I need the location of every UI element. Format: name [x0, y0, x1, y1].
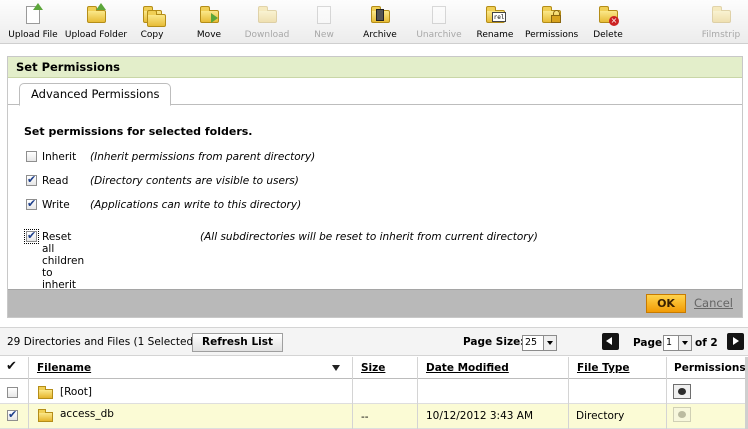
page-label: Page [633, 337, 663, 349]
panel-title: Set Permissions [8, 57, 742, 78]
row-file-type: Directory [576, 410, 625, 422]
filmstrip-button[interactable]: Filmstrip [700, 4, 742, 42]
inherit-label: Inherit [42, 151, 77, 163]
table-row[interactable]: access_db -- 10/12/2012 3:43 AM Director… [0, 404, 745, 429]
size-column-header[interactable]: Size [352, 357, 414, 379]
set-permissions-panel: Set Permissions Advanced Permissions Set… [7, 56, 743, 318]
permissions-icon [539, 4, 563, 26]
file-type-column-header[interactable]: File Type [568, 357, 664, 379]
previous-page-button[interactable] [602, 333, 619, 350]
column-divider [568, 357, 569, 429]
inherit-description: (Inherit permissions from parent directo… [90, 151, 316, 163]
download-icon [255, 4, 279, 26]
rename-button[interactable]: rel Rename [476, 4, 514, 42]
row-checkbox[interactable] [7, 408, 18, 421]
page-size-label: Page Size: [463, 336, 525, 348]
refresh-list-button[interactable]: Refresh List [192, 333, 283, 352]
write-description: (Applications can write to this director… [90, 199, 302, 211]
toolbar: Upload File Upload Folder Copy Move Down… [0, 0, 748, 44]
chevron-down-icon [543, 336, 556, 350]
reset-children-checkbox[interactable] [24, 229, 39, 244]
download-button[interactable]: Download [244, 4, 290, 42]
folder-icon [38, 409, 53, 422]
panel-footer: OK Cancel [8, 289, 742, 317]
ok-button[interactable]: OK [646, 294, 686, 313]
upload-folder-icon [84, 3, 108, 26]
tab-advanced-permissions[interactable]: Advanced Permissions [19, 83, 172, 106]
archive-icon [368, 4, 392, 26]
rename-icon: rel [483, 4, 507, 26]
page-size-select[interactable]: 25 [522, 335, 557, 351]
permissions-eye-icon[interactable] [673, 407, 691, 422]
permissions-eye-icon[interactable] [673, 384, 691, 399]
row-date-modified: 10/12/2012 3:43 AM [426, 410, 534, 422]
delete-icon: × [596, 4, 620, 26]
upload-file-button[interactable]: Upload File [8, 3, 58, 42]
read-description: (Directory contents are visible to users… [90, 175, 299, 187]
read-option: Read (Directory contents are visible to … [26, 173, 299, 189]
permissions-button[interactable]: Permissions [525, 4, 578, 42]
permissions-column-header: Permissions [666, 357, 746, 379]
archive-button[interactable]: Archive [362, 4, 398, 42]
new-icon [312, 4, 336, 26]
inherit-option: Inherit (Inherit permissions from parent… [26, 151, 315, 165]
inherit-checkbox[interactable] [26, 151, 37, 162]
write-checkbox[interactable] [26, 197, 37, 210]
column-divider [417, 357, 418, 429]
filmstrip-icon [709, 4, 733, 26]
file-table-header: ✔ Filename Size Date Modified File Type … [0, 357, 748, 379]
column-divider [28, 357, 29, 429]
row-filename[interactable]: access_db [60, 402, 114, 426]
filename-column-header[interactable]: Filename [28, 357, 349, 379]
select-all-checkmark-icon[interactable]: ✔ [6, 359, 17, 374]
move-button[interactable]: Move [193, 4, 225, 42]
unarchive-icon [427, 4, 451, 26]
sort-desc-icon [332, 365, 340, 371]
list-bar: 29 Directories and Files (1 Selected) Re… [0, 327, 748, 356]
row-checkbox[interactable] [7, 387, 18, 398]
copy-button[interactable]: Copy [136, 4, 168, 42]
write-option: Write (Applications can write to this di… [26, 197, 301, 213]
page-number-value: 1 [666, 337, 673, 348]
column-divider [352, 357, 353, 429]
item-count: 29 Directories and Files (1 Selected) [7, 336, 198, 348]
page-size-value: 25 [525, 337, 538, 348]
row-size: -- [361, 411, 369, 423]
reset-children-label: Reset all children to inherit [42, 231, 85, 291]
write-label: Write [42, 199, 70, 211]
table-row[interactable]: [Root] [0, 380, 745, 404]
permissions-heading: Set permissions for selected folders. [24, 125, 253, 138]
unarchive-button[interactable]: Unarchive [416, 4, 462, 42]
row-filename[interactable]: [Root] [60, 380, 92, 404]
page-number-select[interactable]: 1 [663, 335, 692, 351]
reset-children-option: Reset all children to inherit (All subdi… [24, 229, 538, 291]
read-label: Read [42, 175, 69, 187]
next-page-button[interactable] [727, 333, 744, 350]
move-icon [197, 4, 221, 26]
upload-folder-button[interactable]: Upload Folder [64, 3, 128, 42]
read-checkbox[interactable] [26, 173, 37, 186]
chevron-down-icon [678, 336, 691, 350]
folder-icon [38, 386, 53, 399]
copy-icon [140, 4, 166, 27]
cancel-link[interactable]: Cancel [694, 296, 733, 310]
delete-button[interactable]: × Delete [592, 4, 624, 42]
tab-bar: Advanced Permissions [8, 78, 742, 106]
page-total-label: of 2 [695, 337, 718, 349]
new-button[interactable]: New [310, 4, 338, 42]
reset-children-description: (All subdirectories will be reset to inh… [200, 231, 538, 243]
column-divider [666, 357, 667, 429]
upload-file-icon [21, 3, 45, 26]
date-modified-column-header[interactable]: Date Modified [417, 357, 565, 379]
